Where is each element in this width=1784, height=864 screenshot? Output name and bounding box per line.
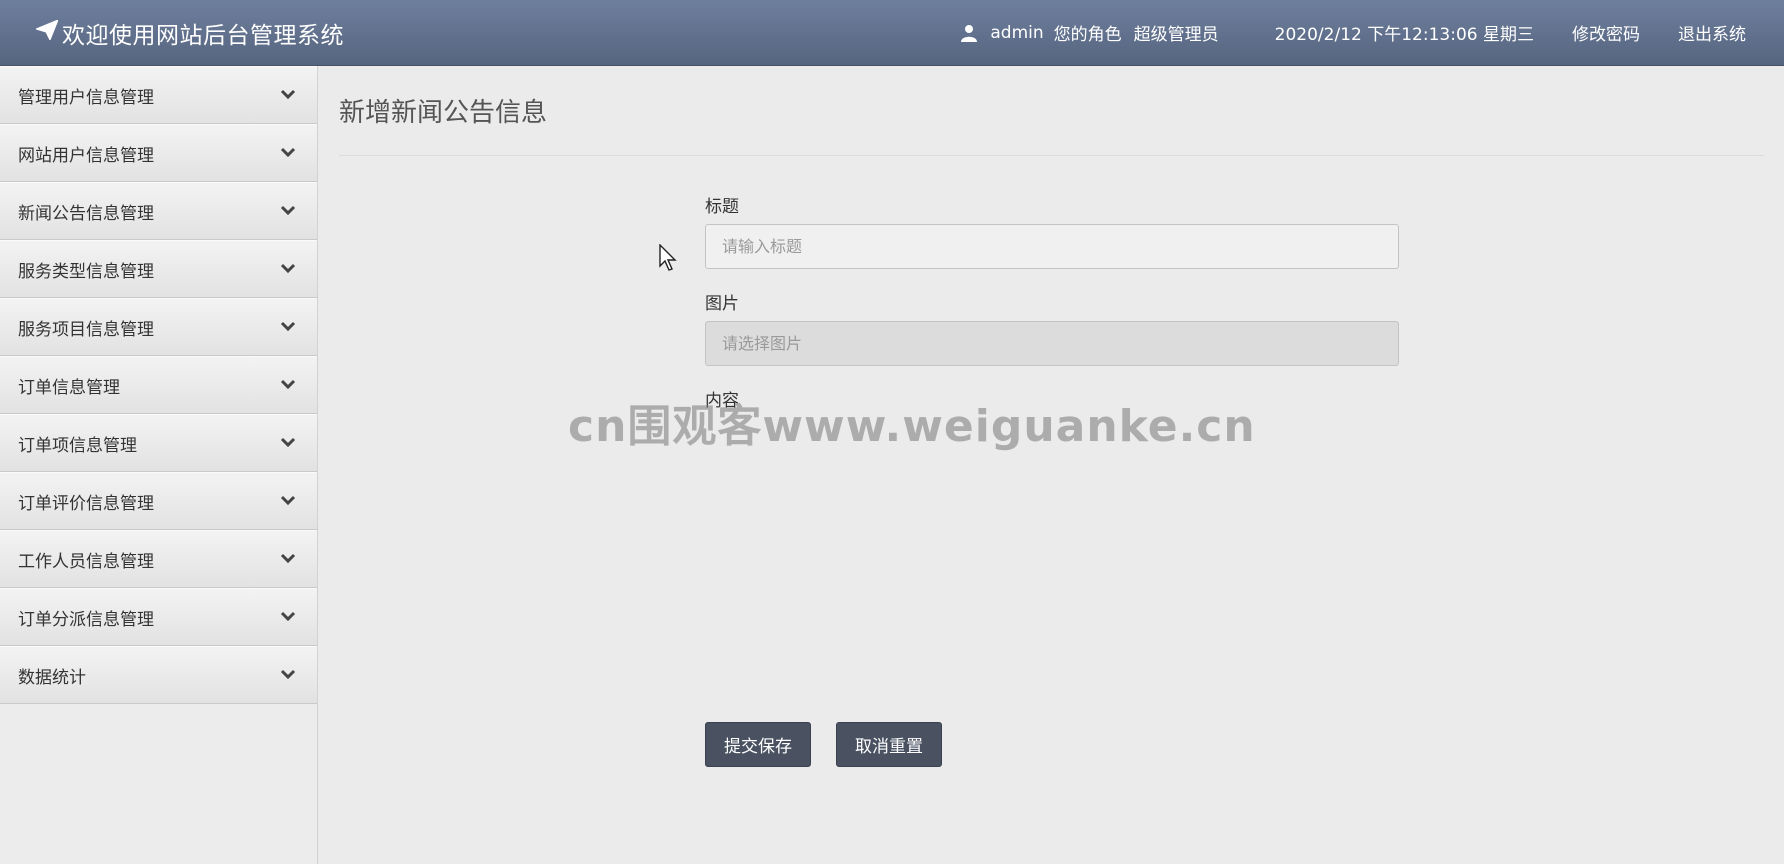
- chevron-down-icon: [279, 86, 297, 104]
- sidebar-item-label: 订单项信息管理: [18, 435, 137, 456]
- paper-plane-icon: [34, 18, 62, 46]
- divider: [339, 155, 1764, 156]
- image-label: 图片: [705, 294, 739, 314]
- mouse-cursor-icon: [659, 243, 677, 276]
- sidebar-item-statistics[interactable]: 数据统计: [0, 646, 317, 704]
- chevron-down-icon: [279, 260, 297, 278]
- chevron-down-icon: [279, 492, 297, 510]
- role-label: 您的角色: [1053, 25, 1122, 45]
- chevron-down-icon: [279, 434, 297, 452]
- chevron-down-icon: [279, 376, 297, 394]
- chevron-down-icon: [279, 318, 297, 336]
- title-input[interactable]: [705, 224, 1399, 269]
- sidebar-item-label: 数据统计: [18, 667, 86, 688]
- sidebar-item-admin-users[interactable]: 管理用户信息管理: [0, 66, 317, 124]
- username: admin: [990, 22, 1044, 43]
- chevron-down-icon: [279, 550, 297, 568]
- submit-save-button[interactable]: 提交保存: [705, 722, 811, 767]
- title-label: 标题: [705, 197, 739, 217]
- sidebar-item-label: 服务项目信息管理: [18, 319, 154, 340]
- brand: 欢迎使用网站后台管理系统: [34, 16, 344, 50]
- sidebar-item-label: 新闻公告信息管理: [18, 203, 154, 224]
- sidebar-item-site-users[interactable]: 网站用户信息管理: [0, 124, 317, 182]
- cancel-reset-button[interactable]: 取消重置: [836, 722, 942, 767]
- sidebar-item-staff[interactable]: 工作人员信息管理: [0, 530, 317, 588]
- user-icon: [960, 24, 978, 42]
- sidebar-item-service-types[interactable]: 服务类型信息管理: [0, 240, 317, 298]
- role-value: 超级管理员: [1133, 25, 1219, 45]
- sidebar-item-label: 管理用户信息管理: [18, 87, 154, 108]
- chevron-down-icon: [279, 608, 297, 626]
- chevron-down-icon: [279, 666, 297, 684]
- sidebar-item-order-dispatch[interactable]: 订单分派信息管理: [0, 588, 317, 646]
- sidebar-item-orders[interactable]: 订单信息管理: [0, 356, 317, 414]
- logout-link[interactable]: 退出系统: [1678, 20, 1746, 45]
- app-title: 欢迎使用网站后台管理系统: [62, 22, 344, 49]
- sidebar-item-order-items[interactable]: 订单项信息管理: [0, 414, 317, 472]
- sidebar-item-label: 网站用户信息管理: [18, 145, 154, 166]
- sidebar-item-news[interactable]: 新闻公告信息管理: [0, 182, 317, 240]
- sidebar-item-label: 订单信息管理: [18, 377, 120, 398]
- sidebar-item-label: 订单分派信息管理: [18, 609, 154, 630]
- sidebar-item-label: 工作人员信息管理: [18, 551, 154, 572]
- watermark-text: cn围观客www.weiguanke.cn: [568, 401, 1256, 452]
- sidebar-item-label: 订单评价信息管理: [18, 493, 154, 514]
- chevron-down-icon: [279, 144, 297, 162]
- sidebar-item-label: 服务类型信息管理: [18, 261, 154, 282]
- sidebar-item-order-reviews[interactable]: 订单评价信息管理: [0, 472, 317, 530]
- datetime: 2020/2/12 下午12:13:06 星期三: [1274, 25, 1534, 45]
- content-editor[interactable]: [705, 418, 1399, 668]
- page-title: 新增新闻公告信息: [339, 98, 548, 128]
- sidebar-item-service-items[interactable]: 服务项目信息管理: [0, 298, 317, 356]
- top-header: 欢迎使用网站后台管理系统 admin 您的角色 超级管理员 2020/2/12 …: [0, 0, 1784, 66]
- form-actions: 提交保存 取消重置: [705, 722, 967, 767]
- change-password-link[interactable]: 修改密码: [1572, 20, 1640, 45]
- image-picker-input[interactable]: [705, 321, 1399, 366]
- main-content: 新增新闻公告信息 标题 图片 内容 提交保存 取消重置: [339, 66, 1764, 864]
- chevron-down-icon: [279, 202, 297, 220]
- sidebar: 管理用户信息管理 网站用户信息管理 新闻公告信息管理 服务类型信息管理 服务项目…: [0, 66, 318, 864]
